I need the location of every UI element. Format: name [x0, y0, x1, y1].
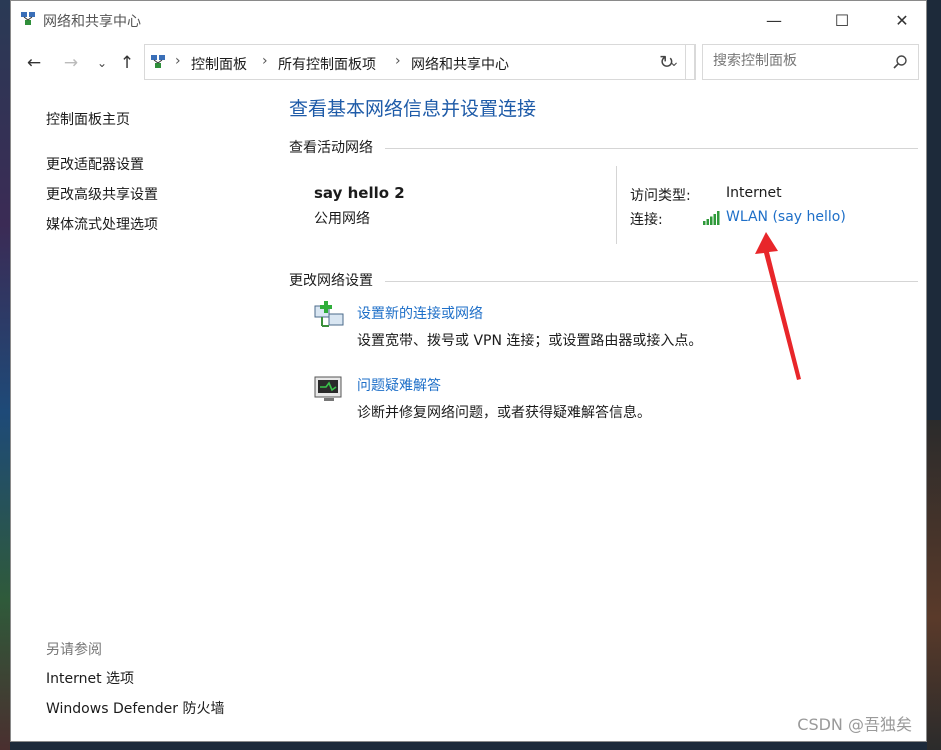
address-bar[interactable]: › 控制面板 › 所有控制面板项 › 网络和共享中心 ⌄ [144, 44, 696, 80]
breadcrumb-separator-icon: › [262, 53, 268, 69]
search-icon[interactable] [892, 54, 908, 70]
network-type[interactable]: 公用网络 [314, 208, 370, 228]
recent-locations-chevron-icon[interactable]: ⌄ [91, 52, 113, 74]
wlan-connection-link[interactable]: WLAN (say hello) [726, 209, 846, 225]
wifi-signal-icon [703, 211, 720, 225]
troubleshoot-description: 诊断并修复网络问题，或者获得疑难解答信息。 [357, 405, 651, 421]
active-networks-header: 查看活动网络 [289, 140, 373, 156]
change-network-settings-header: 更改网络设置 [289, 273, 373, 289]
section-divider [385, 281, 918, 282]
breadcrumb-all-items[interactable]: 所有控制面板项 [278, 54, 376, 74]
up-arrow-icon[interactable]: ↑ [116, 52, 138, 74]
network-control-panel-icon [21, 12, 35, 25]
sidebar-media-streaming-options[interactable]: 媒体流式处理选项 [46, 214, 158, 234]
section-divider [385, 148, 918, 149]
sidebar-change-advanced-sharing[interactable]: 更改高级共享设置 [46, 184, 158, 204]
see-also-internet-options[interactable]: Internet 选项 [46, 668, 134, 688]
sidebar-control-panel-home[interactable]: 控制面板主页 [46, 109, 130, 129]
search-input[interactable] [711, 52, 885, 70]
desktop-background-left [0, 0, 10, 750]
page-title: 查看基本网络信息并设置连接 [289, 98, 537, 120]
breadcrumb-separator-icon: › [175, 53, 181, 69]
sidebar-change-adapter-settings[interactable]: 更改适配器设置 [46, 154, 144, 174]
forward-arrow-icon[interactable]: → [60, 52, 82, 74]
network-sharing-center-window: 网络和共享中心 — ☐ ✕ ← → ⌄ ↑ › 控制面板 › 所有控制面板项 ›… [10, 0, 927, 742]
refresh-button[interactable]: ↻ [648, 44, 686, 80]
breadcrumb-control-panel[interactable]: 控制面板 [191, 54, 247, 74]
search-box[interactable] [702, 44, 919, 80]
network-name: say hello 2 [314, 184, 405, 202]
connection-label: 连接: [630, 212, 663, 228]
setup-new-connection-link[interactable]: 设置新的连接或网络 [357, 303, 483, 323]
breadcrumb-separator-icon: › [395, 53, 401, 69]
close-button[interactable]: ✕ [879, 1, 925, 39]
desktop-background-right [927, 420, 941, 750]
back-arrow-icon[interactable]: ← [23, 52, 45, 74]
network-setup-icon [314, 301, 344, 327]
csdn-watermark: CSDN @吾独矣 [797, 715, 912, 734]
see-also-heading: 另请参阅 [46, 642, 102, 658]
see-also-firewall[interactable]: Windows Defender 防火墙 [46, 698, 224, 718]
title-bar: 网络和共享中心 — ☐ ✕ [11, 1, 926, 39]
troubleshoot-link[interactable]: 问题疑难解答 [357, 375, 441, 395]
window-title: 网络和共享中心 [43, 14, 141, 30]
network-info-divider [616, 166, 617, 244]
setup-new-connection-description: 设置宽带、拨号或 VPN 连接；或设置路由器或接入点。 [357, 333, 703, 349]
minimize-button[interactable]: — [751, 1, 797, 39]
troubleshoot-icon [314, 376, 342, 401]
maximize-button[interactable]: ☐ [819, 1, 865, 39]
control-panel-icon [151, 55, 165, 68]
access-type-label: 访问类型: [630, 188, 691, 204]
access-type-value: Internet [726, 185, 782, 201]
breadcrumb-network-center[interactable]: 网络和共享中心 [411, 54, 509, 74]
navigation-bar: ← → ⌄ ↑ › 控制面板 › 所有控制面板项 › 网络和共享中心 ⌄ ↻ [11, 44, 926, 82]
